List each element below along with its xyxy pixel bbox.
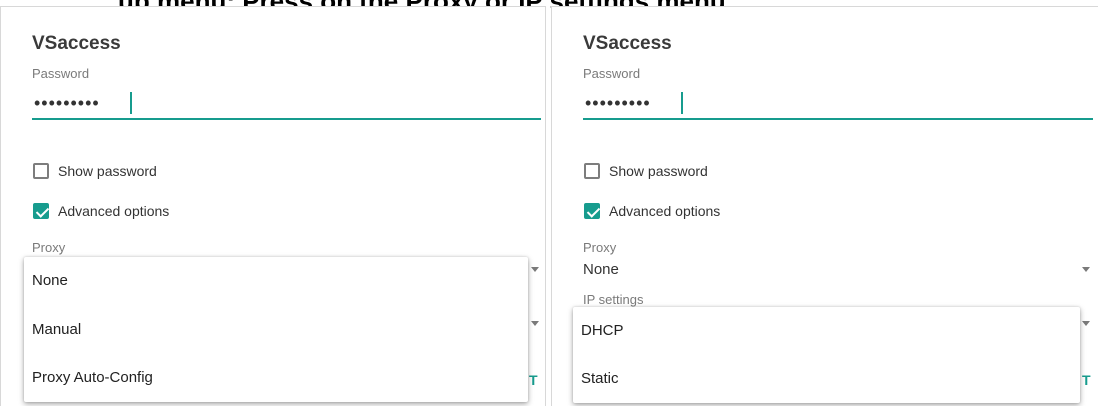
- ip-dropdown-arrow-icon: [1082, 321, 1090, 326]
- proxy-dropdown-arrow-icon: [531, 267, 539, 272]
- advanced-options-label: Advanced options: [58, 203, 170, 219]
- network-title: VSaccess: [583, 33, 672, 54]
- ip-option-static[interactable]: Static: [573, 355, 1080, 403]
- proxy-option-manual[interactable]: Manual: [24, 306, 528, 354]
- show-password-label: Show password: [58, 163, 157, 179]
- proxy-option-auto-config[interactable]: Proxy Auto-Config: [24, 354, 528, 402]
- proxy-dropdown-arrow-icon: [1082, 267, 1090, 272]
- proxy-label: Proxy: [583, 240, 617, 255]
- password-underline: [32, 118, 541, 120]
- password-input[interactable]: •••••••••: [585, 93, 651, 113]
- wifi-dialog-left: VSaccess Password ••••••••• Show passwor…: [0, 6, 546, 406]
- text-caret: [681, 92, 683, 114]
- connect-button-partial[interactable]: T: [529, 372, 538, 388]
- show-password-row[interactable]: Show password: [33, 163, 157, 179]
- password-label: Password: [583, 66, 641, 81]
- show-password-row[interactable]: Show password: [584, 163, 708, 179]
- proxy-menu: None Manual Proxy Auto-Config: [24, 257, 528, 402]
- proxy-label: Proxy: [32, 240, 66, 255]
- ip-dropdown-arrow-icon: [531, 321, 539, 326]
- proxy-option-none[interactable]: None: [24, 257, 528, 305]
- advanced-options-row[interactable]: Advanced options: [584, 203, 720, 219]
- show-password-checkbox[interactable]: [33, 163, 49, 179]
- ip-option-dhcp[interactable]: DHCP: [573, 307, 1080, 355]
- advanced-options-checkbox[interactable]: [33, 203, 49, 219]
- ip-settings-label: IP settings: [583, 292, 644, 307]
- text-caret: [130, 92, 132, 114]
- password-input[interactable]: •••••••••: [34, 93, 100, 113]
- advanced-options-checkbox[interactable]: [584, 203, 600, 219]
- ip-settings-menu: DHCP Static: [573, 307, 1080, 403]
- proxy-select[interactable]: None: [583, 261, 619, 278]
- connect-button-partial[interactable]: T: [1082, 372, 1091, 388]
- wifi-dialog-right: VSaccess Password ••••••••• Show passwor…: [551, 6, 1098, 406]
- show-password-checkbox[interactable]: [584, 163, 600, 179]
- advanced-options-row[interactable]: Advanced options: [33, 203, 169, 219]
- show-password-label: Show password: [609, 163, 708, 179]
- password-label: Password: [32, 66, 90, 81]
- advanced-options-label: Advanced options: [609, 203, 721, 219]
- network-title: VSaccess: [32, 33, 121, 54]
- password-underline: [583, 118, 1093, 120]
